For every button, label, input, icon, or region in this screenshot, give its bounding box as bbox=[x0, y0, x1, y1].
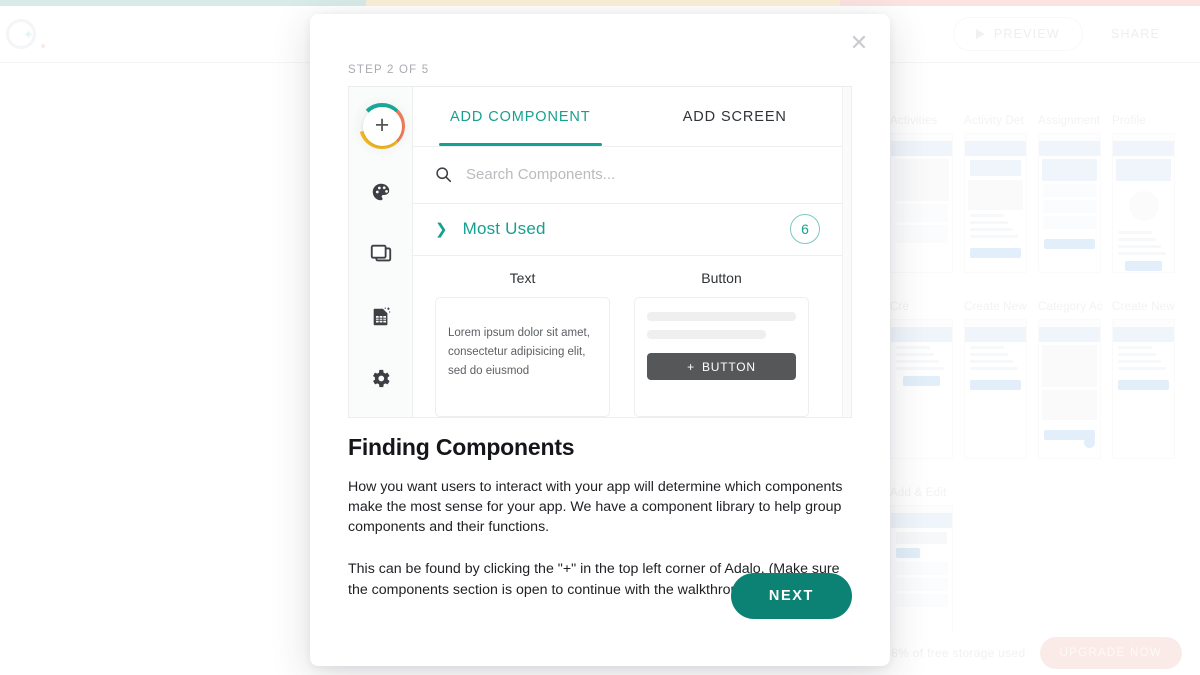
sidebar-item-settings[interactable] bbox=[349, 347, 412, 409]
add-button-core[interactable]: + bbox=[362, 106, 402, 146]
settings-gear-icon bbox=[373, 369, 390, 387]
tab-add-screen[interactable]: ADD SCREEN bbox=[628, 87, 843, 146]
palette-icon bbox=[372, 183, 389, 201]
sidebar-item-screens[interactable] bbox=[349, 223, 412, 285]
screenshot-illustration: + ADD COMPONENT ADD SCREEN Search Compon… bbox=[348, 86, 852, 418]
walkthrough-modal: ✕ STEP 2 OF 5 + ADD COMPONENT ADD SCREEN… bbox=[310, 14, 890, 666]
sidebar-item-database[interactable] bbox=[349, 285, 412, 347]
sidebar-item-branding[interactable] bbox=[349, 161, 412, 223]
database-icon bbox=[373, 307, 390, 325]
component-item-button[interactable]: Button + BUTTON bbox=[634, 270, 809, 417]
editor-sidebar: + bbox=[349, 87, 413, 417]
most-used-section-header[interactable]: ❯ Most Used 6 bbox=[413, 204, 842, 256]
next-button[interactable]: NEXT bbox=[730, 573, 852, 619]
section-title: Most Used bbox=[462, 219, 546, 239]
section-header-left: ❯ Most Used bbox=[435, 219, 546, 239]
lorem-text: Lorem ipsum dolor sit amet, consectetur … bbox=[448, 327, 590, 377]
mock-button-plus: + bbox=[687, 359, 695, 374]
search-icon bbox=[436, 167, 452, 183]
modal-paragraph-1: How you want users to interact with your… bbox=[348, 479, 843, 536]
mock-button: + BUTTON bbox=[647, 353, 796, 380]
page-title: Finding Components bbox=[348, 434, 575, 460]
close-icon[interactable]: ✕ bbox=[846, 30, 872, 56]
screens-icon bbox=[370, 244, 391, 262]
skeleton-line bbox=[647, 312, 796, 321]
component-grid: Text Lorem ipsum dolor sit amet, consect… bbox=[413, 256, 842, 417]
section-count-badge: 6 bbox=[790, 214, 820, 245]
skeleton-line bbox=[647, 330, 767, 339]
tab-add-component[interactable]: ADD COMPONENT bbox=[413, 87, 628, 147]
component-preview-card[interactable]: Lorem ipsum dolor sit amet, consectetur … bbox=[435, 297, 610, 417]
component-label: Button bbox=[701, 270, 742, 286]
chevron-down-icon[interactable]: ❯ bbox=[435, 222, 448, 237]
component-item-text[interactable]: Text Lorem ipsum dolor sit amet, consect… bbox=[435, 270, 610, 417]
search-input[interactable]: Search Components... bbox=[466, 166, 615, 183]
step-indicator: STEP 2 OF 5 bbox=[348, 64, 430, 76]
editor-panel: ADD COMPONENT ADD SCREEN Search Componen… bbox=[413, 87, 842, 417]
panel-scrollbar[interactable] bbox=[842, 87, 851, 417]
panel-tabs: ADD COMPONENT ADD SCREEN bbox=[413, 87, 843, 148]
plus-icon: + bbox=[374, 110, 390, 139]
component-label: Text bbox=[509, 270, 536, 286]
mock-button-label: BUTTON bbox=[701, 359, 756, 374]
sidebar-item-add[interactable]: + bbox=[351, 95, 413, 157]
search-row[interactable]: Search Components... bbox=[413, 147, 842, 204]
component-preview-card[interactable]: + BUTTON bbox=[634, 297, 809, 417]
